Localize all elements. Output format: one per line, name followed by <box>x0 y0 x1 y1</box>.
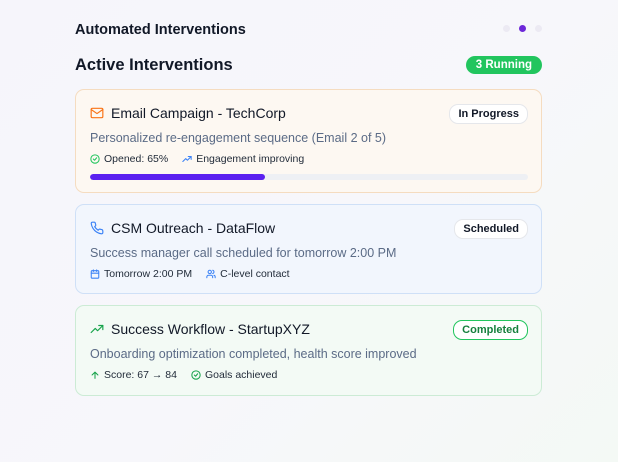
panel-header: Automated Interventions <box>75 0 542 58</box>
phone-icon <box>90 221 104 235</box>
card-title: Success Workflow - StartupXYZ <box>111 321 310 337</box>
carousel-dot-2[interactable] <box>519 25 526 32</box>
card-meta: Score: 67 → 84 Goals achieved <box>90 369 277 381</box>
meta-text: C-level contact <box>220 268 290 280</box>
status-badge: Scheduled <box>454 219 528 239</box>
card-header: CSM Outreach - DataFlow <box>90 220 275 236</box>
panel-title: Automated Interventions <box>75 22 246 38</box>
carousel-dots <box>503 25 542 32</box>
status-badge: In Progress <box>449 104 528 124</box>
trending-up-icon <box>182 154 192 164</box>
card-header: Success Workflow - StartupXYZ <box>90 321 310 337</box>
card-description: Personalized re-engagement sequence (Ema… <box>90 131 387 145</box>
meta-score: Score: 67 → 84 <box>90 369 177 381</box>
arrow-up-icon <box>90 370 100 380</box>
running-badge: 3 Running <box>465 56 542 74</box>
card-meta: Opened: 65% Engagement improving <box>90 153 304 165</box>
meta-text: Score: 67 → 84 <box>104 369 177 381</box>
meta-text: Opened: 65% <box>104 153 169 165</box>
interventions-panel: Automated Interventions Active Intervent… <box>75 0 542 396</box>
carousel-dot-1[interactable] <box>503 25 510 32</box>
card-meta: Tomorrow 2:00 PM C-level contact <box>90 268 290 280</box>
card-title: CSM Outreach - DataFlow <box>111 220 276 236</box>
intervention-card-email[interactable]: Email Campaign - TechCorp In Progress Pe… <box>75 89 542 193</box>
meta-contact: C-level contact <box>206 268 290 280</box>
section-title: Active Interventions <box>75 56 233 74</box>
meta-goals: Goals achieved <box>191 369 277 381</box>
calendar-icon <box>90 269 100 279</box>
meta-text: Engagement improving <box>196 153 305 165</box>
trending-up-icon <box>90 322 104 336</box>
section-header: Active Interventions 3 Running <box>75 56 542 78</box>
card-header: Email Campaign - TechCorp <box>90 105 286 121</box>
users-icon <box>206 269 216 279</box>
carousel-dot-3[interactable] <box>535 25 542 32</box>
status-badge: Completed <box>453 320 528 340</box>
card-title: Email Campaign - TechCorp <box>111 105 286 121</box>
meta-engagement: Engagement improving <box>182 153 304 165</box>
check-circle-icon <box>90 154 100 164</box>
mail-icon <box>90 106 104 120</box>
card-description: Success manager call scheduled for tomor… <box>90 246 397 260</box>
card-description: Onboarding optimization completed, healt… <box>90 347 417 361</box>
campaign-progress-bar <box>90 174 528 180</box>
intervention-card-workflow[interactable]: Success Workflow - StartupXYZ Completed … <box>75 305 542 396</box>
meta-text: Goals achieved <box>204 369 278 381</box>
check-circle-icon <box>191 370 201 380</box>
meta-opened: Opened: 65% <box>90 153 168 165</box>
meta-text: Tomorrow 2:00 PM <box>104 268 193 280</box>
meta-schedule: Tomorrow 2:00 PM <box>90 268 192 280</box>
intervention-card-csm[interactable]: CSM Outreach - DataFlow Scheduled Succes… <box>75 204 542 294</box>
progress-fill <box>90 174 266 180</box>
